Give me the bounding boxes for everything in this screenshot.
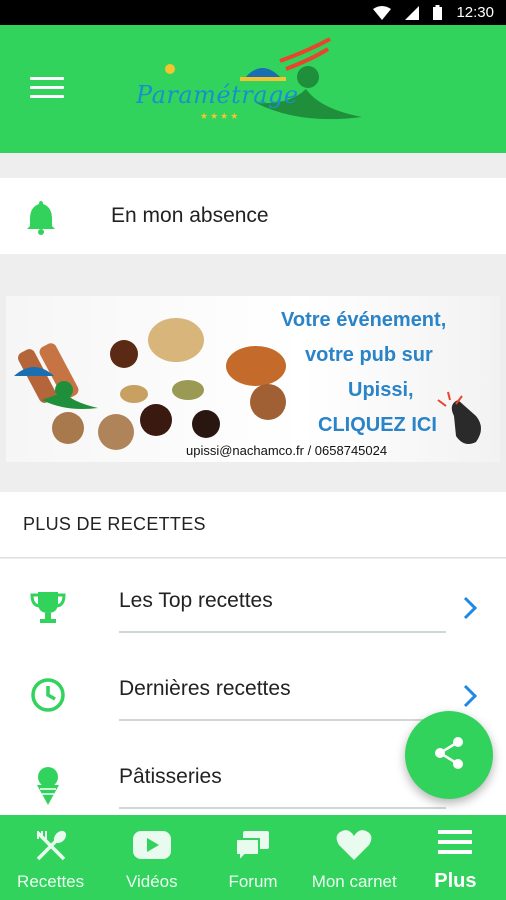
ad-line-2: votre pub sur — [305, 344, 433, 366]
ad-line-4: CLIQUEZ ICI — [318, 414, 437, 436]
app-bar: Paramétrage ★★★★ — [0, 25, 506, 153]
share-button[interactable] — [405, 711, 493, 799]
divider — [119, 719, 446, 721]
ad-line-3: Upissi, — [348, 379, 414, 401]
bell-icon — [26, 199, 56, 240]
nav-more[interactable]: Plus — [405, 815, 506, 900]
list-item-top-recipes[interactable]: Les Top recettes — [0, 559, 506, 647]
list-item-label: Dernières recettes — [119, 677, 291, 700]
heart-icon — [336, 829, 372, 866]
ice-cream-icon — [30, 765, 66, 810]
nav-label: Plus — [434, 870, 477, 892]
divider — [119, 807, 446, 809]
battery-icon — [433, 5, 443, 20]
ad-banner[interactable]: Votre événement, votre pub sur Upissi, C… — [6, 296, 500, 462]
ad-contact: upissi@nachamco.fr / 0658745024 — [186, 443, 388, 458]
play-icon — [132, 829, 172, 866]
nav-forum[interactable]: Forum — [202, 815, 303, 900]
wifi-icon — [373, 5, 392, 20]
app-logo: Paramétrage ★★★★ — [130, 33, 370, 143]
chevron-right-icon — [462, 683, 478, 714]
list-item-label: Les Top recettes — [119, 589, 273, 612]
clock-icon — [30, 677, 66, 718]
utensils-icon — [34, 829, 68, 868]
divider — [119, 631, 446, 633]
absence-row[interactable]: En mon absence — [0, 178, 506, 254]
share-icon — [433, 736, 465, 775]
chat-icon — [235, 829, 271, 868]
absence-label: En mon absence — [111, 204, 269, 227]
ad-line-1: Votre événement, — [281, 309, 447, 331]
nav-label: Recettes — [17, 872, 85, 891]
status-bar: 12:30 — [0, 0, 506, 25]
list-item-label: Pâtisseries — [119, 765, 222, 788]
menu-icon[interactable] — [30, 77, 64, 103]
chevron-right-icon — [462, 595, 478, 626]
nav-label: Vidéos — [125, 872, 178, 891]
logo-text: Paramétrage — [136, 81, 299, 109]
trophy-icon — [30, 589, 66, 630]
signal-icon — [405, 5, 420, 20]
status-time: 12:30 — [456, 4, 494, 21]
nav-videos[interactable]: Vidéos — [101, 815, 202, 900]
nav-label: Mon carnet — [311, 872, 397, 891]
menu-icon — [438, 829, 473, 860]
section-title: PLUS DE RECETTES — [23, 514, 206, 534]
nav-recipes[interactable]: Recettes — [0, 815, 101, 900]
logo-stars: ★★★★ — [200, 111, 241, 121]
nav-label: Forum — [228, 872, 278, 891]
section-header: PLUS DE RECETTES — [0, 492, 506, 558]
nav-my-notebook[interactable]: Mon carnet — [304, 815, 405, 900]
bottom-nav: Recettes Vidéos Forum Mon carnet Plus — [0, 815, 506, 900]
